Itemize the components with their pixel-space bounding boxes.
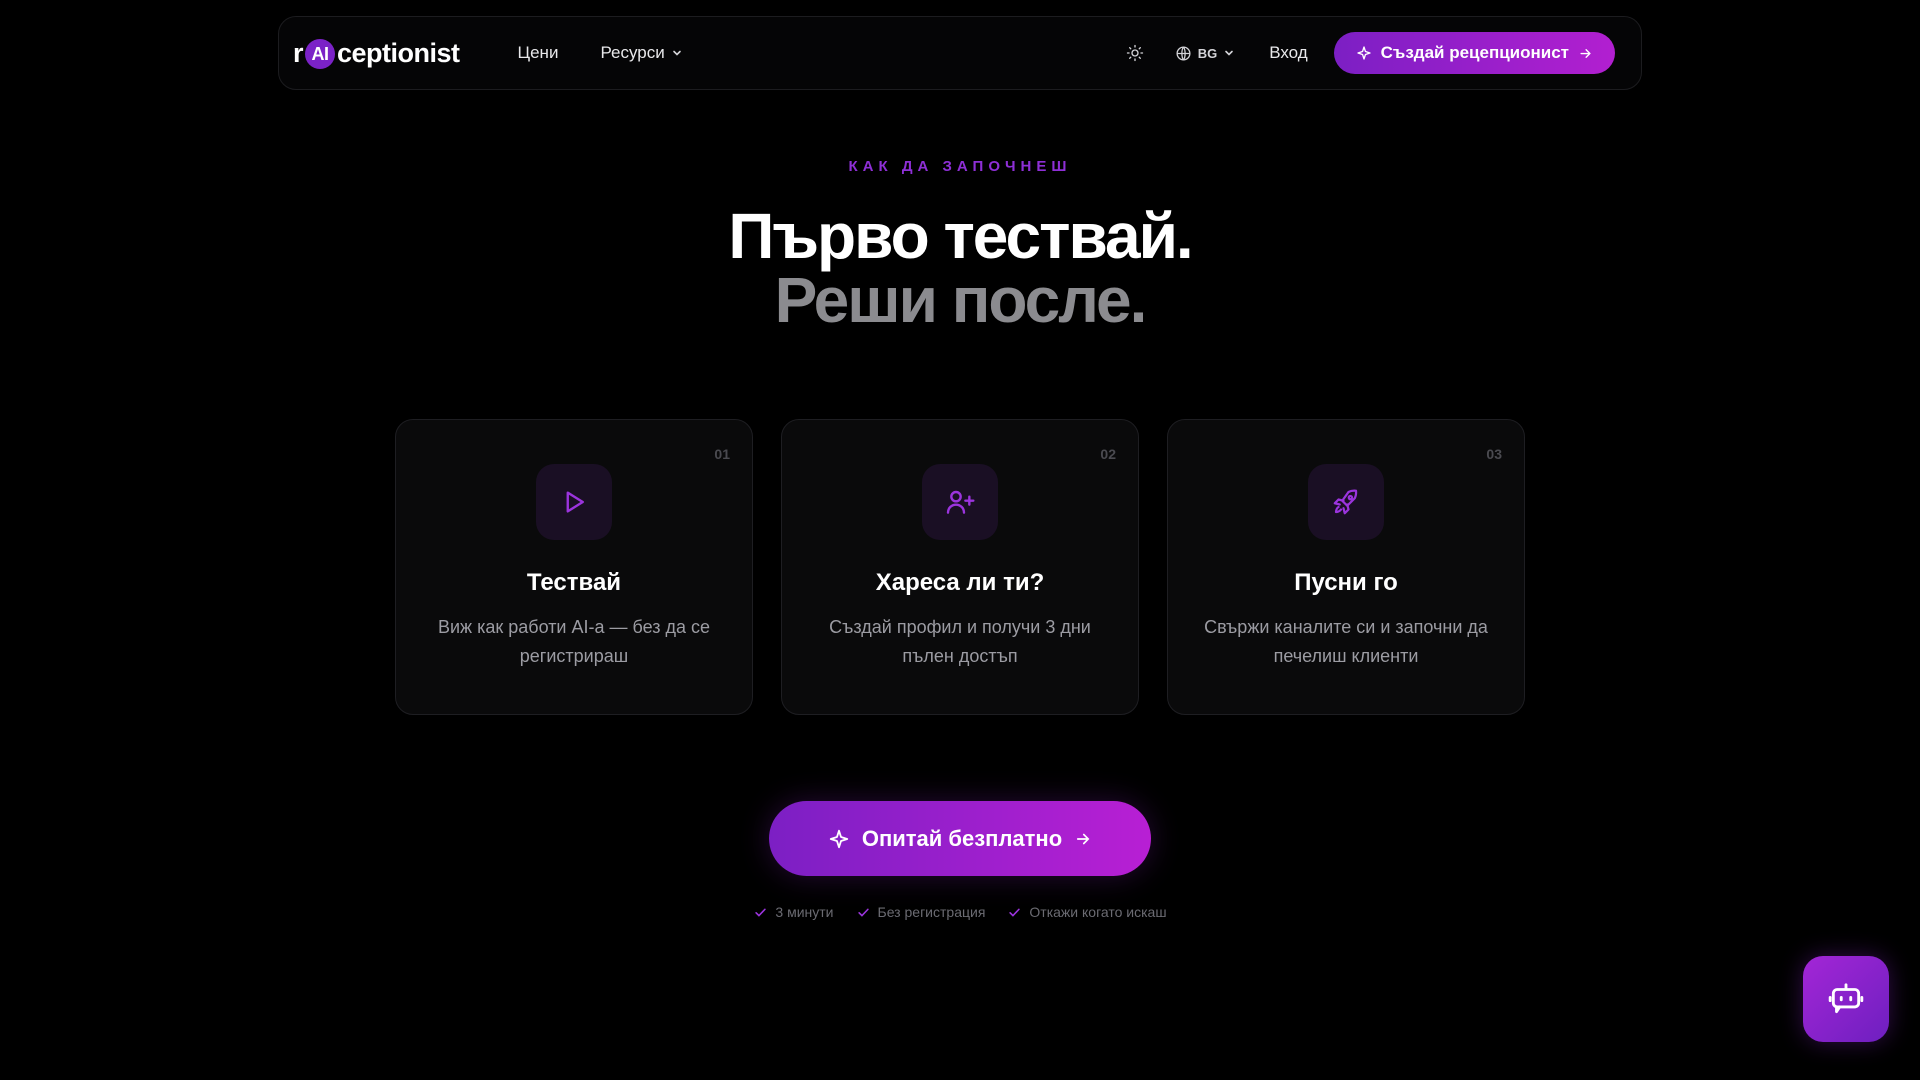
user-plus-icon xyxy=(946,490,975,514)
nav-dropdown-resources[interactable]: Ресурси xyxy=(600,43,682,63)
language-selector[interactable]: BG xyxy=(1175,45,1236,62)
arrow-right-icon xyxy=(1580,48,1591,58)
bot-icon xyxy=(1828,983,1864,1014)
benefit-text: Без регистрация xyxy=(877,904,986,920)
check-icon xyxy=(755,908,767,917)
chevron-down-icon xyxy=(1225,50,1233,56)
sun-icon xyxy=(1126,44,1143,62)
create-receptionist-label: Създай рецепционист xyxy=(1380,43,1569,62)
benefit-text: Откажи когато искаш xyxy=(1029,904,1167,920)
step-icon-box xyxy=(1308,464,1384,540)
step-icon-box xyxy=(922,464,998,540)
chevron-down-icon xyxy=(672,50,681,56)
benefit-item: Без регистрация xyxy=(856,904,986,920)
step-description: Виж как работи AI-а — без да се регистри… xyxy=(437,617,711,666)
logo-ai-badge: AI xyxy=(305,39,336,69)
check-icon xyxy=(857,908,869,917)
step-card-1: 01 Тествай Виж как работи AI-а — без да … xyxy=(395,419,753,715)
step-description: Създай профил и получи 3 дни пълен достъ… xyxy=(829,617,1091,666)
login-link[interactable]: Вход xyxy=(1269,43,1307,63)
sparkle-icon xyxy=(1356,46,1371,60)
logo[interactable]: r AI ceptionist xyxy=(293,38,460,69)
logo-suffix: ceptionist xyxy=(337,37,460,68)
theme-toggle-button[interactable] xyxy=(1121,39,1149,67)
hero-title-line1: Първо тествай. xyxy=(728,200,1193,272)
step-title: Пусни го xyxy=(1294,569,1398,596)
try-free-label: Опитай безплатно xyxy=(861,825,1063,851)
rocket-icon xyxy=(1333,489,1358,515)
step-number: 03 xyxy=(1486,446,1502,462)
step-title: Тествай xyxy=(526,569,622,596)
step-number: 01 xyxy=(714,446,730,462)
language-code: BG xyxy=(1197,45,1218,61)
check-icon xyxy=(1009,908,1021,917)
chatbot-launcher-button[interactable] xyxy=(1803,956,1889,1042)
step-number: 02 xyxy=(1100,446,1116,462)
benefit-checklist: 3 минути Без регистрация Откажи когато и… xyxy=(0,904,1920,920)
step-description: Свържи каналите си и започни да печелиш … xyxy=(1204,617,1488,666)
step-card-3: 03 Пусни го Свържи каналите си и започни… xyxy=(1167,419,1525,715)
benefit-text: 3 минути xyxy=(775,904,834,920)
nav-links: Цени Ресурси xyxy=(518,43,683,63)
sparkle-icon xyxy=(829,829,848,848)
nav-dropdown-resources-label: Ресурси xyxy=(600,43,665,62)
top-navbar: r AI ceptionist Цени Ресурси BG Вход Съз… xyxy=(278,16,1642,90)
try-free-button[interactable]: Опитай безплатно xyxy=(769,801,1151,876)
create-receptionist-button[interactable]: Създай рецепционист xyxy=(1333,32,1615,74)
nav-right: BG Вход Създай рецепционист xyxy=(1121,32,1615,74)
benefit-item: 3 минути xyxy=(753,904,834,920)
section-eyebrow: КАК ДА ЗАПОЧНЕШ xyxy=(848,158,1072,175)
nav-link-pricing[interactable]: Цени xyxy=(518,43,559,63)
play-icon xyxy=(566,491,584,513)
step-card-2: 02 Хареса ли ти? Създай профил и получи … xyxy=(781,419,1139,715)
hero-title-line2: Реши после. xyxy=(774,264,1148,336)
logo-prefix: r xyxy=(293,37,304,68)
step-title: Хареса ли ти? xyxy=(875,569,1045,596)
step-icon-box xyxy=(536,464,612,540)
benefit-item: Откажи когато искаш xyxy=(1007,904,1167,920)
globe-icon xyxy=(1176,45,1191,61)
arrow-right-icon xyxy=(1077,833,1090,844)
